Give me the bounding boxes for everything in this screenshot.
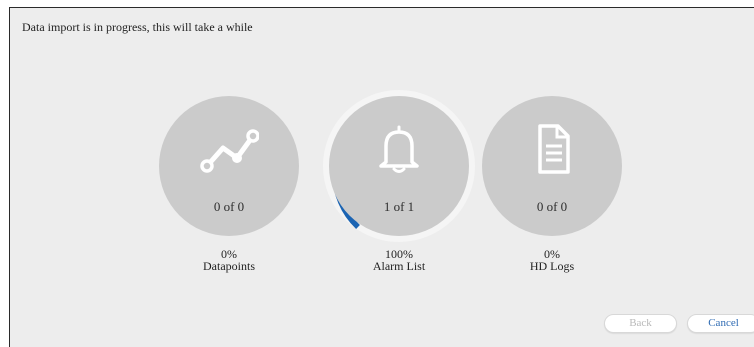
step-count: 0 of 0 [213,199,245,214]
cancel-button[interactable]: Cancel [687,314,754,333]
step-caption-alarm-list: 100% Alarm List [329,248,469,272]
step-hd-logs: 0 of 0 [482,96,622,236]
document-icon [538,124,570,174]
step-datapoints: 0 of 0 [159,96,299,236]
step-caption-hd-logs: 0% HD Logs [482,248,622,272]
bell-icon [379,125,419,173]
step-label: Datapoints [203,259,255,273]
step-count: 1 of 1 [383,199,415,214]
back-button[interactable]: Back [604,314,677,333]
step-caption-datapoints: 0% Datapoints [159,248,299,272]
step-label: Alarm List [372,259,426,273]
step-label: HD Logs [529,259,575,273]
step-alarm-list: 1 of 1 [323,90,475,242]
import-progress-panel: Data import is in progress, this will ta… [9,7,754,347]
trend-line-icon [200,129,259,173]
step-count: 0 of 0 [536,199,568,214]
status-message: Data import is in progress, this will ta… [22,20,253,34]
